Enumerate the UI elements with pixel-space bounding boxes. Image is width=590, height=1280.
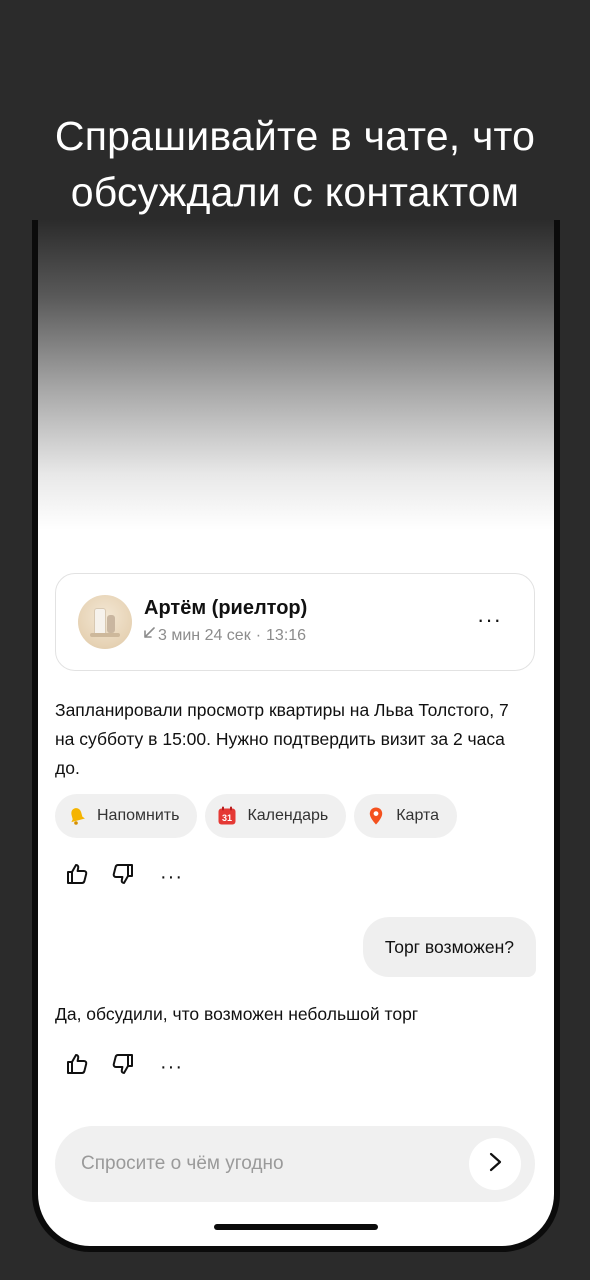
remind-chip[interactable]: Напомнить: [55, 794, 198, 838]
headline-line-1: Спрашивайте в чате, что: [54, 113, 536, 159]
contact-name: Артём (риелтор): [144, 597, 308, 619]
headline-line-2: обсуждали с контактом: [70, 169, 520, 215]
map-label: Карта: [396, 807, 440, 824]
send-button[interactable]: [469, 1138, 521, 1190]
phone-frame: Артём (риелтор) 3 мин 24 сек · 13:16 ···…: [32, 220, 560, 1252]
contact-more-button[interactable]: ···: [477, 609, 502, 631]
map-pin-icon: [366, 806, 386, 826]
chevron-right-icon: [484, 1151, 506, 1178]
chat-input[interactable]: [81, 1126, 461, 1202]
top-fade: [38, 220, 554, 530]
call-time: 13:16: [266, 626, 307, 644]
thumbs-down-icon[interactable]: [110, 1051, 136, 1082]
home-indicator: [214, 1224, 378, 1230]
headline: Спрашивайте в чате, что обсуждали с конт…: [0, 108, 590, 220]
reactions-row-2: ···: [64, 1051, 183, 1082]
thumbs-down-icon[interactable]: [110, 861, 136, 892]
calendar-icon: 31: [217, 806, 237, 826]
calendar-label: Календарь: [247, 807, 329, 824]
summary-message: Запланировали просмотр квартиры на Льва …: [55, 700, 509, 778]
user-message-text: Торг возможен?: [384, 936, 514, 957]
call-duration: 3 мин 24 сек: [158, 626, 251, 644]
call-meta: 3 мин 24 сек · 13:16: [142, 626, 306, 645]
bell-icon: [67, 806, 87, 826]
action-chips: Напомнить 31 Календарь Карта: [55, 794, 458, 838]
thumbs-up-icon[interactable]: [64, 1051, 90, 1082]
contact-card[interactable]: Артём (риелтор) 3 мин 24 сек · 13:16 ···: [55, 573, 535, 671]
composer: [55, 1126, 535, 1202]
message-more-button[interactable]: ···: [160, 867, 183, 887]
answer-more-button[interactable]: ···: [160, 1057, 183, 1077]
meta-separator: ·: [255, 626, 262, 644]
calendar-chip[interactable]: 31 Календарь: [205, 794, 347, 838]
calendar-icon-text: 31: [222, 813, 232, 823]
promo-page: Спрашивайте в чате, что обсуждали с конт…: [0, 0, 590, 1280]
remind-label: Напомнить: [97, 807, 180, 824]
incoming-call-icon: [142, 626, 156, 645]
avatar: [78, 595, 132, 649]
user-message: Торг возможен?: [362, 917, 536, 977]
thumbs-up-icon[interactable]: [64, 861, 90, 892]
reactions-row-1: ···: [64, 861, 183, 892]
map-chip[interactable]: Карта: [354, 794, 458, 838]
assistant-answer: Да, обсудили, что возможен небольшой тор…: [55, 1004, 419, 1024]
